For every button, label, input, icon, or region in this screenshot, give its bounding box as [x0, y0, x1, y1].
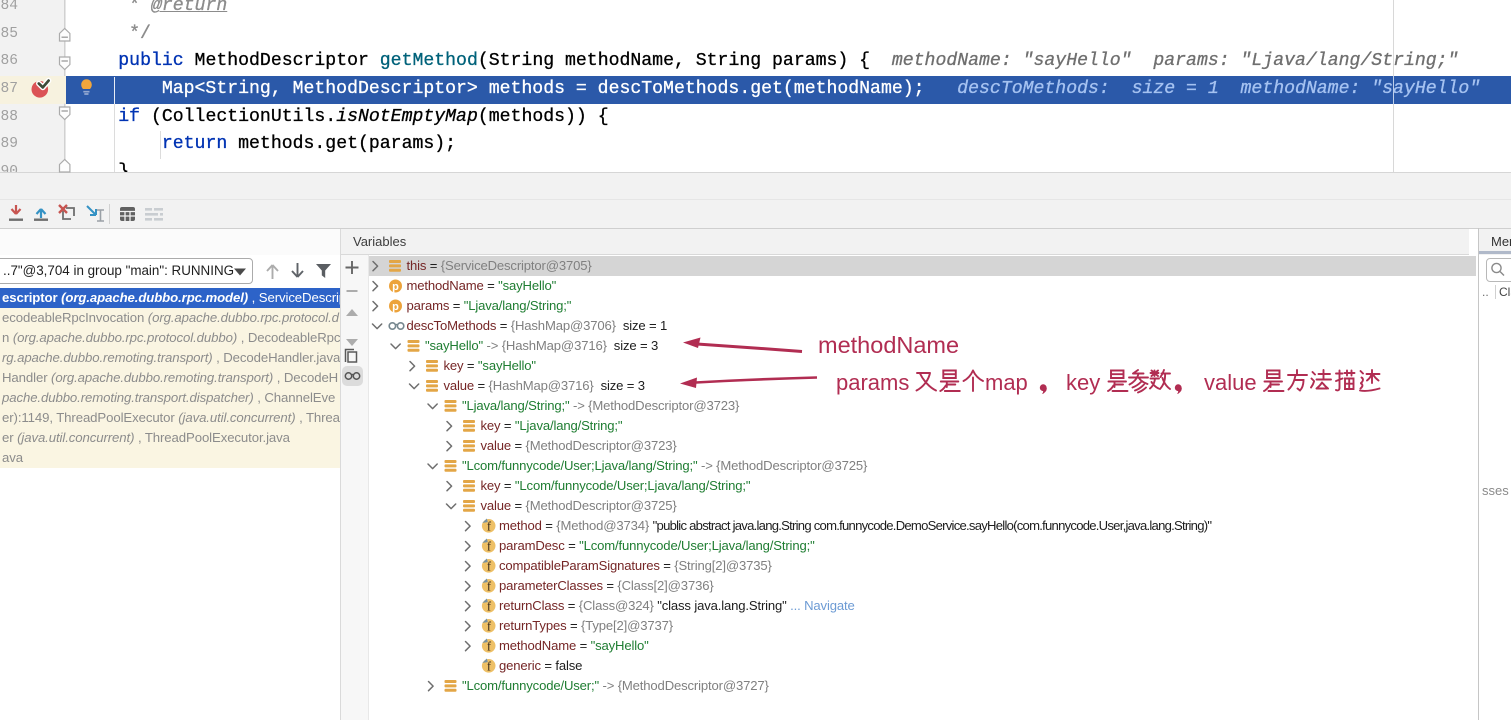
svg-text:key: key: [1066, 370, 1100, 395]
svg-text:value: value: [1204, 370, 1257, 395]
svg-text:params: params: [836, 370, 909, 395]
svg-text:map: map: [985, 370, 1028, 395]
svg-text:methodName: methodName: [818, 332, 959, 358]
